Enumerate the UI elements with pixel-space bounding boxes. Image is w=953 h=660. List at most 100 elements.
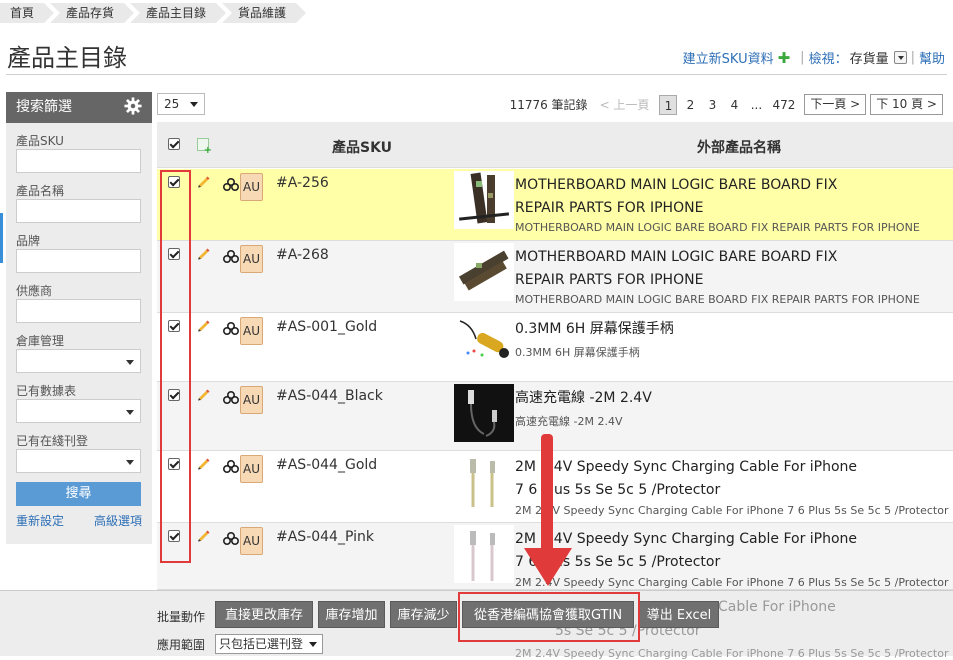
product-name-line1: MOTHERBOARD MAIN LOGIC BARE BOARD FIX: [515, 249, 838, 265]
page-size-select[interactable]: 25: [157, 93, 205, 115]
product-thumbnail: [454, 243, 514, 301]
breadcrumb-maintenance[interactable]: 貨品維護: [222, 3, 307, 23]
page-4[interactable]: 4: [725, 95, 743, 115]
view-value[interactable]: 存貨量: [850, 48, 889, 67]
pencil-icon[interactable]: [197, 387, 211, 401]
prev-page-link[interactable]: < 上一頁: [600, 96, 650, 113]
plus-icon[interactable]: ✚: [778, 49, 791, 67]
filter-sku-label: 產品SKU: [16, 134, 64, 148]
scope-select[interactable]: 只包括已選刊登: [215, 634, 323, 654]
product-thumbnail: [454, 525, 514, 583]
pencil-icon[interactable]: [197, 174, 211, 188]
page-last[interactable]: 472: [769, 95, 798, 115]
filter-supplier-input[interactable]: [16, 299, 141, 323]
search-button[interactable]: 搜尋: [16, 482, 141, 506]
filter-panel-header: 搜索篩選: [6, 92, 152, 123]
table-row[interactable]: AU #A-256 MOTHERBOARD MAIN LOGIC BARE BO…: [157, 169, 953, 241]
filter-supplier-label: 供應商: [16, 284, 53, 298]
product-name-line1: 0.3MM 6H 屏幕保護手柄: [515, 321, 674, 337]
filter-brand-input[interactable]: [16, 249, 141, 273]
filter-name-input[interactable]: [16, 199, 141, 223]
reset-link[interactable]: 重新設定: [16, 512, 64, 529]
filter-brand-label: 品牌: [16, 234, 41, 248]
direct-edit-stock-button[interactable]: 直接更改庫存: [215, 601, 313, 628]
product-name-line2: REPAIR PARTS FOR IPHONE: [515, 200, 704, 216]
sku-link[interactable]: #AS-044_Pink: [276, 529, 374, 545]
table-row[interactable]: AU #AS-001_Gold 0.3MM 6H 屏幕保護手柄 0.3MM 6H…: [157, 313, 953, 382]
product-subtitle: 2M 2.4V Speedy Sync Charging Cable For i…: [515, 576, 949, 589]
annotation-arrow-icon: [524, 434, 572, 586]
linked-listings-icon[interactable]: [223, 532, 239, 546]
marketplace-badge[interactable]: AU: [240, 386, 263, 414]
help-link[interactable]: 幫助: [919, 48, 945, 67]
pencil-icon[interactable]: [197, 528, 211, 542]
linked-listings-icon[interactable]: [223, 322, 239, 336]
sku-link[interactable]: #AS-044_Gold: [276, 457, 377, 473]
product-subtitle: 0.3MM 6H 屏幕保護手柄: [515, 346, 640, 359]
partial-row-subtitle: 2M 2.4V Speedy Sync Charging Cable For i…: [515, 647, 949, 660]
product-name: MOTHERBOARD MAIN LOGIC BARE BOARD FIX REP…: [515, 246, 945, 292]
record-count: 11776 筆記錄: [509, 98, 588, 112]
breadcrumb-home[interactable]: 首頁: [0, 3, 55, 23]
linked-listings-icon[interactable]: [223, 391, 239, 405]
pencil-icon[interactable]: [197, 246, 211, 260]
product-subtitle: MOTHERBOARD MAIN LOGIC BARE BOARD FIX RE…: [515, 293, 920, 306]
product-subtitle: 2M 2.4V Speedy Sync Charging Cable For i…: [515, 504, 949, 517]
sku-link[interactable]: #A-268: [276, 247, 329, 263]
gear-icon[interactable]: [124, 97, 142, 115]
decrease-stock-button[interactable]: 庫存減少: [390, 601, 457, 628]
pencil-icon[interactable]: [197, 456, 211, 470]
marketplace-badge[interactable]: AU: [240, 455, 263, 483]
column-header-name[interactable]: 外部產品名稱: [697, 137, 781, 157]
marketplace-badge[interactable]: AU: [240, 527, 263, 555]
page-3[interactable]: 3: [703, 95, 721, 115]
breadcrumb-inventory[interactable]: 產品存貨: [50, 3, 135, 23]
filter-panel-title: 搜索篩選: [16, 99, 72, 115]
pagination: 11776 筆記錄 < 上一頁 1 2 3 4 ... 472 下一頁 > 下 …: [510, 94, 943, 115]
product-name-line1: 2M 2.4V Speedy Sync Charging Cable For i…: [515, 459, 858, 475]
breadcrumb-catalog[interactable]: 產品主目錄: [130, 3, 227, 23]
next-10-pages-button[interactable]: 下 10 頁 >: [870, 94, 943, 115]
column-header-sku[interactable]: 產品SKU: [332, 137, 392, 157]
add-column-icon[interactable]: [197, 138, 212, 156]
product-thumbnail: [454, 384, 514, 442]
page-title: 產品主目錄: [7, 44, 127, 72]
product-thumbnail: [454, 453, 514, 511]
increase-stock-button[interactable]: 庫存增加: [318, 601, 385, 628]
filter-sku-input[interactable]: [16, 149, 141, 173]
left-edge-strip: [0, 213, 3, 263]
filter-warehouse-select[interactable]: [16, 349, 141, 373]
marketplace-badge[interactable]: AU: [240, 317, 263, 345]
select-all-checkbox[interactable]: [168, 138, 180, 150]
page-2[interactable]: 2: [681, 95, 699, 115]
product-name-line2: 7 6 Plus 5s Se 5c 5 /Protector: [515, 482, 721, 498]
next-page-button[interactable]: 下一頁 >: [804, 94, 867, 115]
linked-listings-icon[interactable]: [223, 460, 239, 474]
sku-link[interactable]: #AS-001_Gold: [276, 319, 377, 335]
filter-warehouse-label: 倉庫管理: [16, 334, 65, 348]
pencil-icon[interactable]: [197, 318, 211, 332]
page-1[interactable]: 1: [659, 94, 678, 115]
view-dropdown-icon[interactable]: [893, 51, 907, 64]
linked-listings-icon[interactable]: [223, 178, 239, 192]
product-thumbnail: [454, 315, 514, 373]
product-name: MOTHERBOARD MAIN LOGIC BARE BOARD FIX REP…: [515, 174, 945, 220]
view-label[interactable]: 檢視：: [809, 48, 848, 67]
marketplace-badge[interactable]: AU: [240, 245, 263, 273]
new-sku-link[interactable]: 建立新SKU資料: [683, 48, 774, 67]
linked-listings-icon[interactable]: [223, 250, 239, 264]
table-row[interactable]: AU #A-268 MOTHERBOARD MAIN LOGIC BARE BO…: [157, 241, 953, 313]
product-subtitle: MOTHERBOARD MAIN LOGIC BARE BOARD FIX RE…: [515, 221, 920, 234]
page-ellipsis: ...: [750, 97, 763, 112]
filter-datasheet-label: 已有數據表: [16, 384, 77, 398]
product-thumbnail: [454, 171, 514, 229]
filter-listing-select[interactable]: [16, 449, 141, 473]
title-divider: [6, 74, 947, 75]
export-excel-button[interactable]: 導出 Excel: [639, 601, 719, 628]
sku-link[interactable]: #AS-044_Black: [276, 388, 383, 404]
marketplace-badge[interactable]: AU: [240, 173, 263, 201]
sku-link[interactable]: #A-256: [276, 175, 329, 191]
advanced-options-link[interactable]: 高級選項: [94, 512, 142, 529]
filter-datasheet-select[interactable]: [16, 399, 141, 423]
annotation-gtin-highlight: [458, 592, 640, 642]
